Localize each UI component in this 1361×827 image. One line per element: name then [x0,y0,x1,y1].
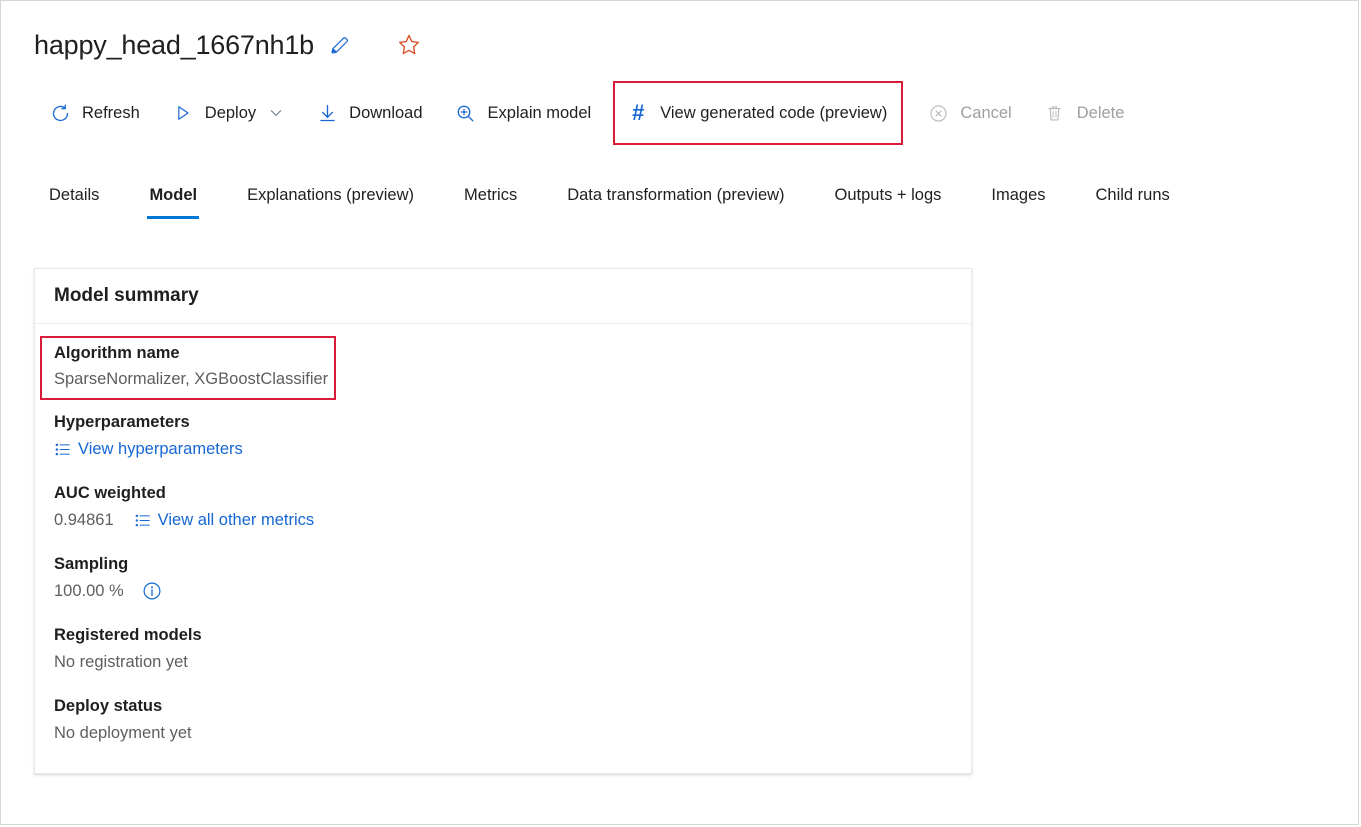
deploy-status-value: No deployment yet [54,719,952,747]
tab-images[interactable]: Images [981,186,1055,219]
tab-details[interactable]: Details [39,186,109,219]
model-summary-card: Model summary Algorithm name SparseNorma… [34,268,972,774]
magnifier-plus-icon [455,102,477,124]
registered-models-label: Registered models [54,622,952,648]
explain-model-label: Explain model [488,104,592,123]
delete-label: Delete [1077,104,1125,123]
explain-model-button[interactable]: Explain model [445,93,602,133]
page-title: happy_head_1667nh1b [34,30,314,61]
hash-glyph: # [632,102,644,124]
hyperparameters-label: Hyperparameters [54,409,952,435]
deploy-button[interactable]: Deploy [162,93,294,133]
hyperparameters-field: Hyperparameters View hyperparameters [54,409,952,463]
deploy-status-label: Deploy status [54,693,952,719]
tab-metrics[interactable]: Metrics [454,186,527,219]
cancel-circle-icon [927,102,949,124]
trash-icon [1044,102,1066,124]
view-all-other-metrics-label: View all other metrics [158,506,315,534]
model-summary-body: Algorithm name SparseNormalizer, XGBoost… [35,324,971,773]
page-title-row: happy_head_1667nh1b [34,25,422,65]
list-icon [134,512,151,529]
cancel-button: Cancel [917,93,1021,133]
pencil-icon[interactable] [328,33,352,57]
deploy-status-field: Deploy status No deployment yet [54,693,952,747]
command-bar: Refresh Deploy [39,93,1146,133]
download-button[interactable]: Download [306,93,432,133]
cancel-label: Cancel [960,104,1011,123]
tab-child-runs[interactable]: Child runs [1086,186,1180,219]
sampling-label: Sampling [54,551,952,577]
auc-weighted-value: 0.94861 [54,506,114,534]
refresh-button[interactable]: Refresh [39,93,150,133]
tab-data-transformation[interactable]: Data transformation (preview) [557,186,794,219]
algorithm-name-label: Algorithm name [54,341,328,366]
delete-button: Delete [1034,93,1135,133]
download-label: Download [349,104,422,123]
tab-model[interactable]: Model [139,186,207,219]
model-details-page: happy_head_1667nh1b Refresh [0,0,1359,825]
play-triangle-icon [172,102,194,124]
info-icon[interactable] [141,580,163,602]
sampling-field: Sampling 100.00 % [54,551,952,605]
view-generated-code-button[interactable]: # View generated code (preview) [613,81,903,145]
sampling-row: 100.00 % [54,577,952,605]
algorithm-name-field: Algorithm name SparseNormalizer, XGBoost… [40,336,336,400]
star-icon[interactable] [396,32,422,58]
refresh-icon [49,102,71,124]
hash-icon: # [627,102,649,124]
model-summary-title: Model summary [54,285,199,307]
tab-explanations[interactable]: Explanations (preview) [237,186,424,219]
view-hyperparameters-link[interactable]: View hyperparameters [54,435,243,463]
download-icon [316,102,338,124]
tab-bar: Details Model Explanations (preview) Met… [39,173,1180,219]
tab-outputs-logs[interactable]: Outputs + logs [825,186,952,219]
view-hyperparameters-label: View hyperparameters [78,435,243,463]
registered-models-value: No registration yet [54,648,952,676]
algorithm-name-value: SparseNormalizer, XGBoostClassifier [54,366,328,393]
auc-weighted-field: AUC weighted 0.94861 Vi [54,480,952,534]
refresh-label: Refresh [82,104,140,123]
registered-models-field: Registered models No registration yet [54,622,952,676]
view-generated-code-label: View generated code (preview) [660,104,887,123]
chevron-down-icon [268,105,284,121]
deploy-label: Deploy [205,104,256,123]
auc-weighted-label: AUC weighted [54,480,952,506]
list-icon [54,441,71,458]
model-summary-header: Model summary [35,269,971,324]
sampling-value: 100.00 % [54,577,124,605]
auc-weighted-row: 0.94861 View all other metrics [54,506,952,534]
view-all-other-metrics-link[interactable]: View all other metrics [134,506,315,534]
